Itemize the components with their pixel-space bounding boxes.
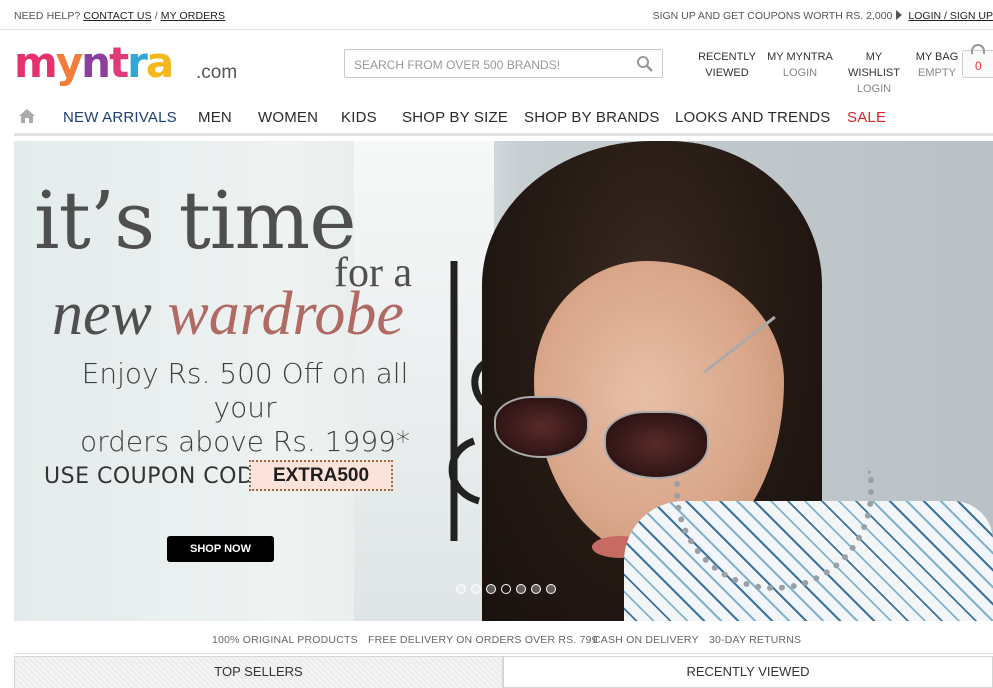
usp-returns: 30-DAY RETURNS [709,634,802,646]
nav-men[interactable]: MEN [198,109,232,126]
coupon-code: EXTRA500 [249,460,393,491]
sunglasses-left-lens [494,396,589,458]
tab-recently-viewed[interactable]: RECENTLY VIEWED [503,656,993,688]
carousel-dot[interactable] [456,584,466,594]
need-help-text: NEED HELP? [14,10,81,22]
usp-original: 100% ORIGINAL PRODUCTS [212,634,358,646]
top-bar: NEED HELP? CONTACT US / MY ORDERS SIGN U… [0,0,993,30]
bag-icon[interactable]: 0 [962,44,993,78]
tab-top-sellers[interactable]: TOP SELLERS [14,656,503,688]
recently-viewed-label-2: VIEWED [705,67,749,79]
nav-shop-by-brands[interactable]: SHOP BY BRANDS [524,109,660,126]
shop-now-button[interactable]: SHOP NOW [167,536,274,562]
nav-women[interactable]: WOMEN [258,109,318,126]
my-wishlist-link[interactable]: MY WISHLIST LOGIN [840,49,908,97]
carousel-dot[interactable] [486,584,496,594]
my-orders-link[interactable]: MY ORDERS [161,10,225,22]
nav-kids[interactable]: KIDS [341,109,377,126]
banner-headline-wardrobe: wardrobe [167,280,404,348]
sunglasses-right-lens [604,411,709,479]
signup-promo-text: SIGN UP AND GET COUPONS WORTH RS. 2,000 [652,10,893,22]
offer-line-2: orders above Rs. 1999* [79,425,410,458]
search-box[interactable]: SEARCH FROM OVER 500 BRANDS! [344,49,663,78]
carousel-dot[interactable] [531,584,541,594]
my-wishlist-label: MY WISHLIST [848,51,900,79]
arrow-right-icon [896,10,903,20]
usp-free-delivery: FREE DELIVERY ON ORDERS OVER RS. 799 [368,634,598,646]
my-myntra-link[interactable]: MY MYNTRA LOGIN [766,49,834,81]
nav-shop-by-size[interactable]: SHOP BY SIZE [402,109,508,126]
carousel-dot[interactable] [501,584,511,594]
search-icon[interactable] [636,55,654,73]
banner-offer: Enjoy Rs. 500 Off on all your orders abo… [60,357,430,459]
help-links: NEED HELP? CONTACT US / MY ORDERS [14,10,225,22]
hero-banner[interactable]: it’s time for a new wardrobe Enjoy Rs. 5… [14,141,993,621]
usp-strip: 100% ORIGINAL PRODUCTS FREE DELIVERY ON … [14,624,993,654]
home-icon[interactable] [18,108,36,124]
recently-viewed-label-1: RECENTLY [698,51,756,63]
carousel-dot[interactable] [516,584,526,594]
contact-us-link[interactable]: CONTACT US [83,10,151,22]
my-bag-link[interactable]: MY BAG EMPTY [914,49,960,81]
carousel-dot[interactable] [471,584,481,594]
offer-line-1: Enjoy Rs. 500 Off on all your [81,357,409,424]
my-bag-label: MY BAG [915,51,959,63]
coupon-label: USE COUPON CODE [44,464,269,489]
signup-area: SIGN UP AND GET COUPONS WORTH RS. 2,000 L… [653,10,993,22]
search-placeholder: SEARCH FROM OVER 500 BRANDS! [354,58,561,72]
main-nav: NEW ARRIVALS MEN WOMEN KIDS SHOP BY SIZE… [14,100,993,136]
banner-headline-new: new [52,280,152,348]
carousel-dot[interactable] [546,584,556,594]
bag-count: 0 [975,59,982,73]
carousel-dots [456,581,561,594]
my-myntra-label: MY MYNTRA [767,51,833,63]
nav-new-arrivals[interactable]: NEW ARRIVALS [63,109,177,126]
myntra-logo[interactable]: myntra .com [14,42,244,94]
nav-sale[interactable]: SALE [847,109,886,126]
usp-cod: CASH ON DELIVERY [593,634,699,646]
my-wishlist-sub: LOGIN [856,83,892,95]
bag-handle [971,44,985,54]
login-signup-link[interactable]: LOGIN / SIGN UP [908,10,993,22]
link-separator: / [154,10,158,22]
banner-headline-1: it’s time [34,174,357,267]
logo-suffix: .com [196,62,238,83]
banner-headline-3: new wardrobe [52,279,404,350]
my-bag-sub: EMPTY [918,67,956,79]
recently-viewed-link[interactable]: RECENTLY VIEWED [697,49,757,81]
my-myntra-sub: LOGIN [782,67,818,79]
nav-looks-and-trends[interactable]: LOOKS AND TRENDS [675,109,830,126]
